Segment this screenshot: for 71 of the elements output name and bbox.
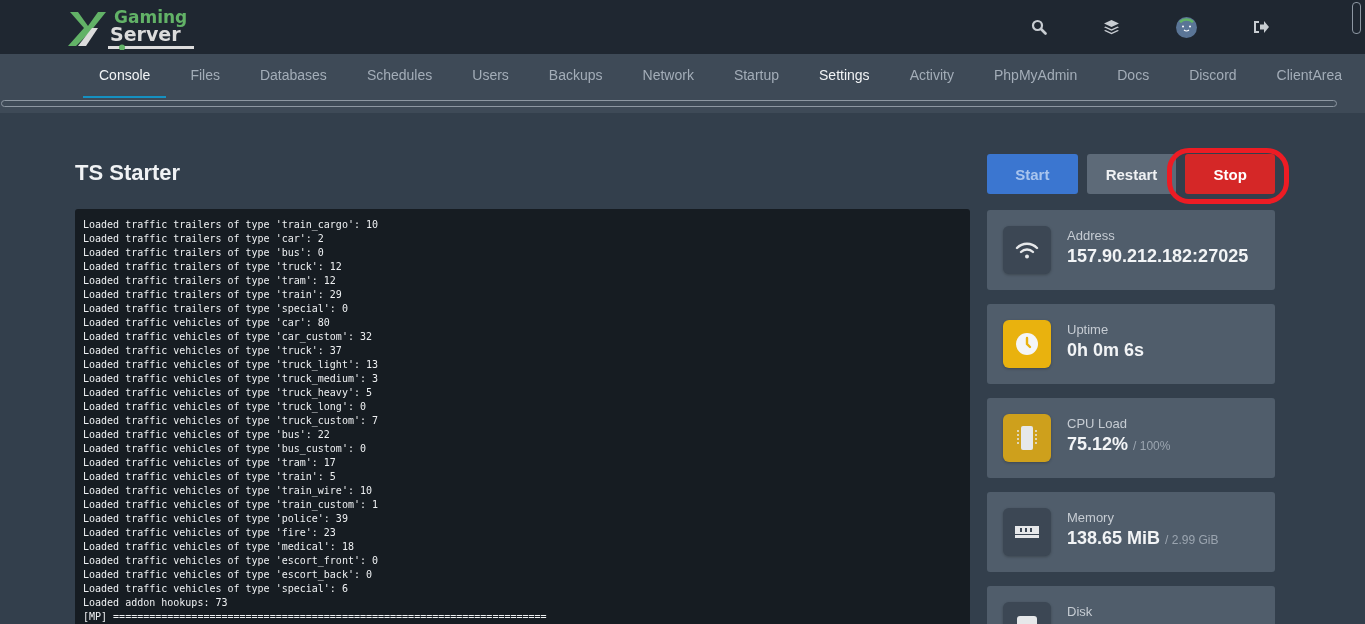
console-line: Loaded traffic vehicles of type 'police': 39 [83,512,349,526]
server-title: TS Starter [75,159,182,187]
logo-underline-icon [108,44,194,50]
console-line: Loaded traffic vehicles of type 'truck_heavy': 5 [83,386,373,400]
console-line: Loaded traffic vehicles of type 'escort_back': 0 [83,568,373,582]
console-line: Loaded traffic vehicles of type 'train_custom': 1 [83,498,379,512]
wifi-icon [1015,241,1039,259]
stat-label: Disk [1067,604,1093,619]
console-line: [MP] ======================================================================== [83,610,548,624]
memory-icon [1014,524,1040,540]
nav-tab[interactable]: Files [174,54,236,98]
logo[interactable]: Gaming Server [68,4,194,50]
console-line: Loaded traffic trailers of type 'car': 2 [83,232,325,246]
nav-tab[interactable]: Console [83,54,167,98]
nav-tab[interactable]: Discord [1173,54,1253,98]
stat-label: CPU Load [1067,416,1128,431]
nav-tab[interactable]: Settings [803,54,886,98]
console-line: Loaded traffic vehicles of type 'truck_medium': 3 [83,372,379,386]
logo-text: Gaming [114,9,189,25]
console-line: Loaded traffic trailers of type 'train': 29 [83,288,343,302]
nav-tab[interactable]: Schedules [350,54,449,98]
console-line: Loaded traffic trailers of type 'truck': 12 [83,260,343,274]
console-line: Loaded traffic vehicles of type 'special': 6 [83,582,349,596]
power-button[interactable]: Start [987,154,1078,194]
scrollbar[interactable] [1352,2,1361,34]
avatar-icon[interactable] [1176,16,1197,38]
console-line: Loaded traffic vehicles of type 'truck_custom': 7 [83,414,379,428]
nav-tab[interactable]: Databases [243,54,343,98]
clock-icon [1015,332,1039,356]
nav-tab[interactable]: Startup [717,54,796,98]
console-line: Loaded traffic vehicles of type 'car_custom': 32 [83,330,373,344]
console-line: Loaded traffic vehicles of type 'medical': 18 [83,540,355,554]
x-logo-icon [68,10,108,46]
console-line: Loaded traffic vehicles of type 'car': 80 [83,316,331,330]
search-icon[interactable] [1031,19,1047,35]
stat-value: 0h 0m 6s [1067,340,1145,361]
console-line: Loaded traffic vehicles of type 'train_wire': 10 [83,484,373,498]
console-line: Loaded traffic vehicles of type 'truck': 37 [83,344,343,358]
console-line: Loaded traffic vehicles of type 'escort_front': 0 [83,554,379,568]
chip-icon [1017,425,1037,451]
console-line: Loaded traffic vehicles of type 'tram': 17 [83,456,337,470]
stat-label: Memory [1067,510,1115,525]
power-button[interactable]: Stop [1185,154,1275,194]
layers-icon[interactable] [1103,19,1120,35]
console-line: Loaded addon hookups: 73 [83,596,229,610]
stat-value: 75.12% [1067,434,1129,455]
power-button[interactable]: Restart [1086,154,1177,194]
console-line: Loaded traffic vehicles of type 'bus': 22 [83,428,331,442]
console-line: Loaded traffic trailers of type 'train_cargo': 10 [83,218,379,232]
stat-label: Uptime [1067,322,1110,337]
stat-limit: / 2.99 GiB [1165,533,1219,547]
console-line: Loaded traffic vehicles of type 'train': 5 [83,470,337,484]
nav-tab[interactable]: Docs [1101,54,1166,98]
console-line: Loaded traffic trailers of type 'bus': 0 [83,246,325,260]
console-line: Loaded traffic vehicles of type 'truck_light': 13 [83,358,379,372]
console-line: Loaded traffic vehicles of type 'bus_custom': 0 [83,442,367,456]
nav-tab[interactable]: PhpMyAdmin [977,54,1094,98]
nav-tab[interactable]: Network [626,54,710,98]
nav-tab[interactable]: Backups [532,54,619,98]
console-line: Loaded traffic trailers of type 'tram': 12 [83,274,337,288]
console-line: Loaded traffic trailers of type 'special': 0 [83,302,349,316]
console-line: Loaded traffic vehicles of type 'fire': 23 [83,526,337,540]
console-line: Loaded traffic vehicles of type 'truck_long': 0 [83,400,367,414]
stat-limit: / 100% [1133,439,1171,453]
nav-tab[interactable]: ClientArea [1260,54,1358,98]
stat-value: 157.90.212.182:27025 [1067,246,1249,267]
logout-icon[interactable] [1253,20,1269,34]
nav-tab[interactable]: Activity [893,54,970,98]
nav-tab[interactable]: Users [456,54,525,98]
stat-value: 138.65 MiB [1067,528,1161,549]
stat-label: Address [1067,228,1116,243]
